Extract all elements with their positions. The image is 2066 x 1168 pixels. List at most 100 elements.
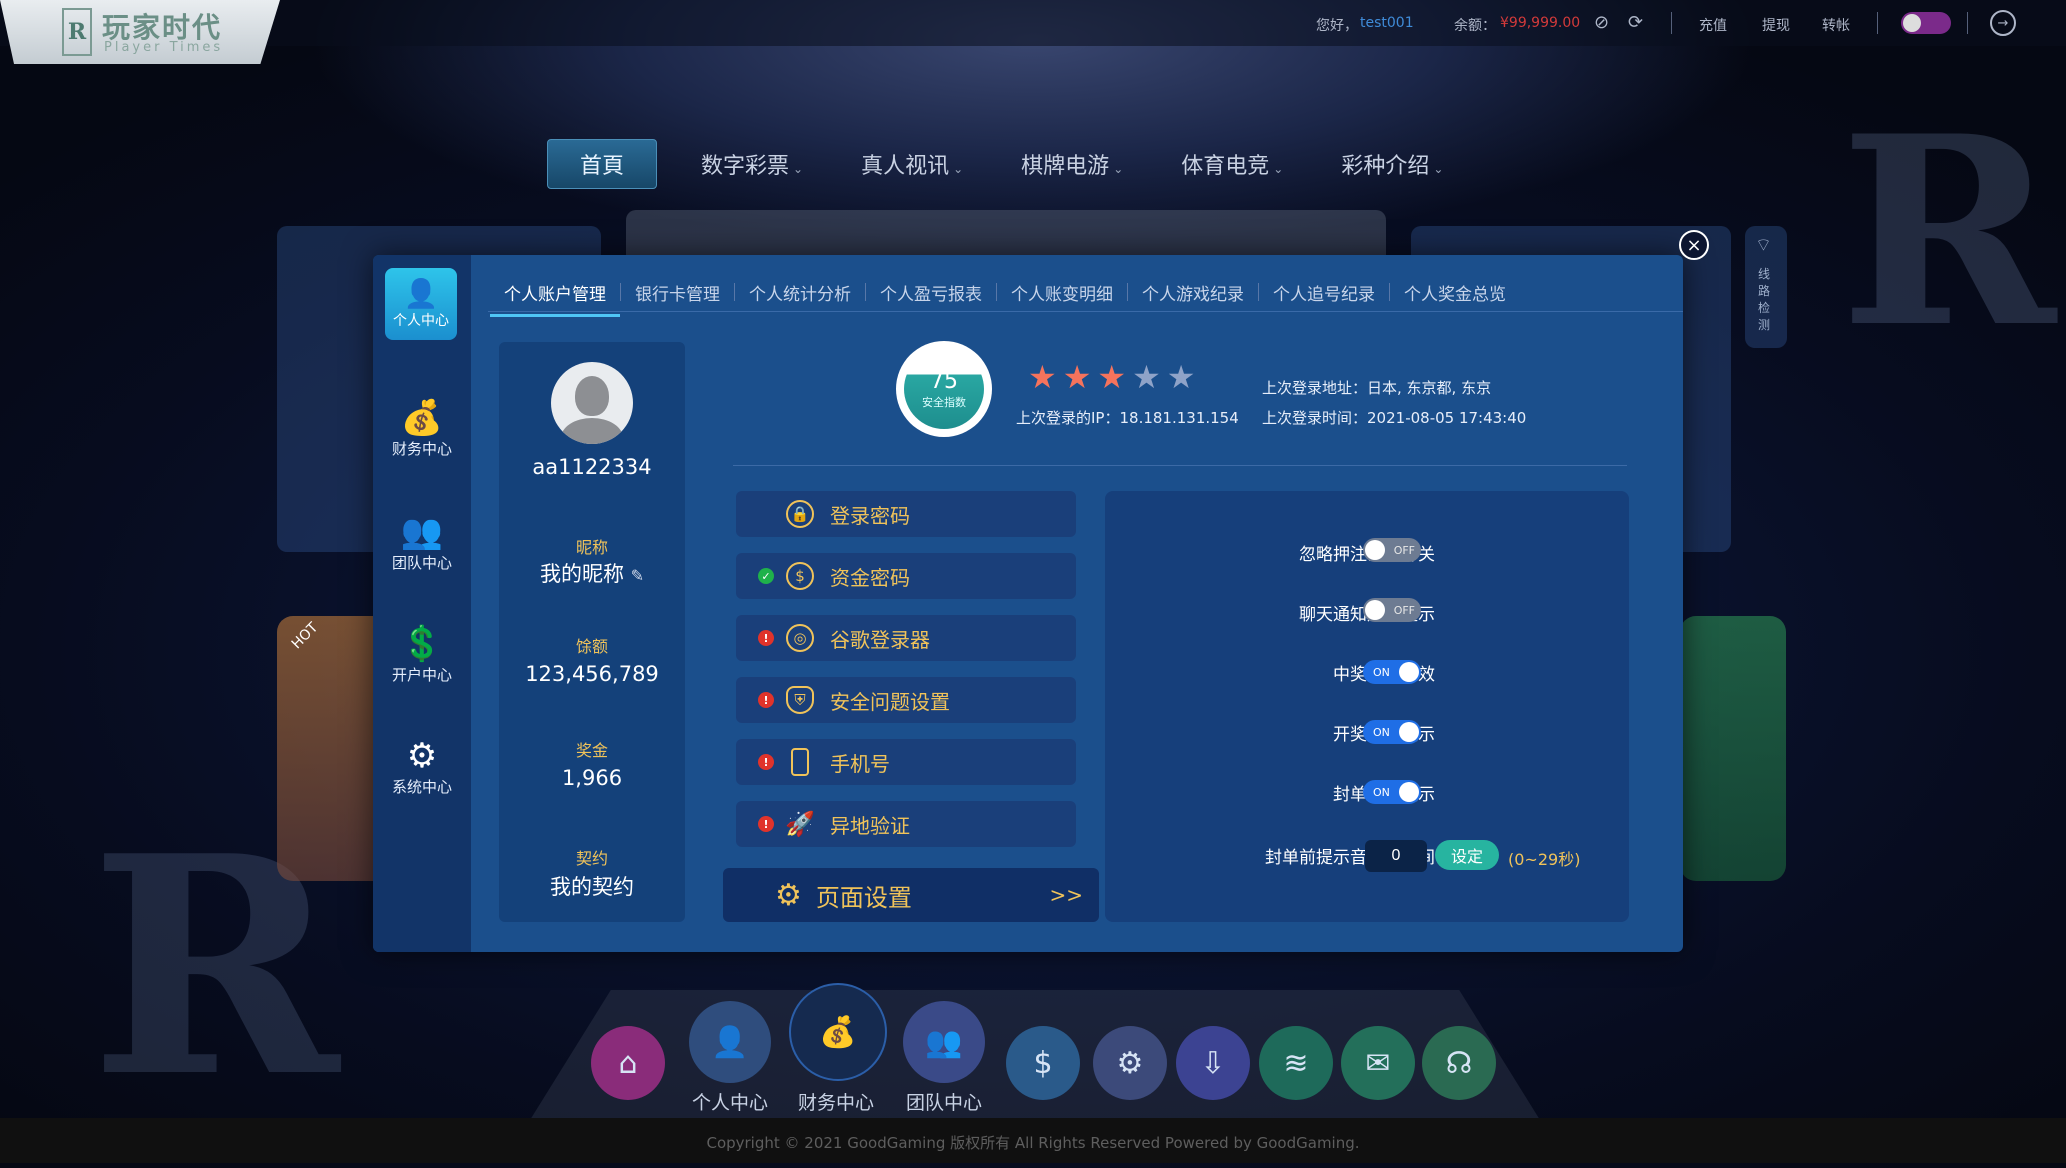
logout-icon[interactable]: →: [1990, 10, 2016, 36]
star-icon: ★: [1132, 358, 1161, 396]
refresh-icon[interactable]: ⟳: [1628, 12, 1643, 33]
star-icon: ★: [1062, 358, 1092, 396]
dock-home[interactable]: ⌂: [591, 1026, 665, 1100]
last-address: 上次登录地址：日本, 东京都, 东京: [1262, 377, 1491, 398]
balance-label: 馀额: [575, 637, 608, 656]
timer-seconds-input[interactable]: [1365, 840, 1427, 872]
divider: [1877, 12, 1878, 34]
dock-download[interactable]: ⇩: [1176, 1026, 1250, 1100]
security-item-label: 资金密码: [830, 565, 910, 590]
recharge-link[interactable]: 充值: [1699, 15, 1727, 35]
wifi-icon: ⌔: [1755, 235, 1772, 256]
transfer-link[interactable]: 转帐: [1822, 15, 1850, 35]
nav-chess[interactable]: 棋牌电游 ⌄: [1007, 140, 1137, 188]
dock-settings[interactable]: ⚙: [1093, 1026, 1167, 1100]
shield-icon: ⛨: [786, 686, 814, 714]
tab-bonus-overview[interactable]: 个人奖金总览: [1390, 280, 1520, 305]
edit-pencil-icon[interactable]: ✎: [631, 566, 644, 585]
tab-profit-report[interactable]: 个人盈亏报表: [866, 280, 996, 305]
last-ip-value: 18.181.131.154: [1119, 409, 1239, 427]
security-item-login-password[interactable]: 🔒 登录密码: [736, 491, 1076, 537]
balance-label: 余额：: [1454, 18, 1496, 34]
nav-label: 真人视讯: [861, 154, 950, 179]
close-icon[interactable]: ×: [1679, 230, 1709, 260]
nav-lottery[interactable]: 数字彩票 ⌄: [687, 140, 817, 188]
profile-contract[interactable]: 我的契约: [499, 871, 685, 901]
tab-statistics[interactable]: 个人统计分析: [735, 280, 865, 305]
toggle-close-sound[interactable]: ON: [1363, 780, 1421, 804]
gears-icon: ⚙: [406, 736, 438, 776]
divider: [1967, 12, 1968, 34]
toggle-ignore-confirm[interactable]: OFF: [1363, 538, 1421, 562]
dock-personal[interactable]: 👤: [689, 1001, 771, 1083]
home-icon: ⌂: [618, 1045, 638, 1081]
modal-sidebar: [373, 255, 471, 952]
hand-money-icon: $: [1033, 1045, 1053, 1081]
check-icon: ✓: [758, 568, 774, 584]
contract-label: 契约: [575, 849, 608, 868]
sidebar-item-personal[interactable]: 👤 个人中心: [385, 268, 457, 340]
dock-line-check[interactable]: ≋: [1259, 1026, 1333, 1100]
sidebar-label: 开户中心: [391, 666, 452, 684]
headset-icon: ☊: [1445, 1045, 1473, 1081]
bonus-label: 奖金: [575, 741, 608, 760]
mail-icon: ✉: [1365, 1045, 1391, 1081]
dock-team[interactable]: 👥: [903, 1001, 985, 1083]
username-link[interactable]: test001: [1360, 15, 1414, 31]
double-arrow-icon: >>: [1049, 883, 1083, 907]
sidebar-label: 财务中心: [391, 440, 452, 458]
nav-sports[interactable]: 体育电竞 ⌄: [1167, 140, 1297, 188]
last-login-time: 上次登录时间：2021-08-05 17:43:40: [1262, 407, 1526, 428]
toggle-draw-sound[interactable]: ON: [1363, 720, 1421, 744]
sidebar-item-system[interactable]: ⚙ 系统中心: [373, 736, 471, 797]
toggle-chat-sound[interactable]: OFF: [1363, 598, 1421, 622]
page-settings-button[interactable]: ⚙ 页面设置 >>: [723, 868, 1099, 922]
avatar-head: [575, 376, 609, 416]
tab-account[interactable]: 个人账户管理: [490, 280, 620, 317]
phone-icon: [791, 748, 809, 776]
line-check-panel[interactable]: ⌔ 线路检测: [1745, 226, 1787, 348]
security-item-label: 安全问题设置: [830, 689, 950, 714]
security-item-google-auth[interactable]: ! ◎ 谷歌登录器: [736, 615, 1076, 661]
tab-chase-records[interactable]: 个人追号纪录: [1259, 280, 1389, 305]
security-score: 75: [930, 368, 958, 394]
sidebar-label: 团队中心: [391, 554, 452, 572]
security-item-security-question[interactable]: ! ⛨ 安全问题设置: [736, 677, 1076, 723]
team-icon: 👥: [400, 512, 444, 552]
top-bar: [0, 0, 2066, 46]
eye-off-icon[interactable]: ⊘: [1594, 12, 1609, 33]
last-ip-label: 上次登录的IP：: [1016, 409, 1120, 427]
nav-live[interactable]: 真人视讯 ⌄: [847, 140, 977, 188]
toggle-win-sound[interactable]: ON: [1363, 660, 1421, 684]
dock-mail[interactable]: ✉: [1341, 1026, 1415, 1100]
sidebar-item-account-open[interactable]: 💲 开户中心: [373, 624, 471, 685]
avatar[interactable]: [551, 362, 633, 444]
nav-home[interactable]: 首頁: [547, 139, 658, 189]
security-item-remote-verify[interactable]: ! 🚀 异地验证: [736, 801, 1076, 847]
security-score-gauge: 75 安全指数: [896, 341, 992, 437]
nav-label: 彩种介绍: [1341, 154, 1430, 179]
logo-mark: R: [62, 8, 92, 56]
security-item-fund-password[interactable]: ✓ $ 资金密码: [736, 553, 1076, 599]
balance-value: ¥99,999.00: [1500, 15, 1581, 31]
sidebar-item-finance[interactable]: 💰 财务中心: [373, 398, 471, 459]
warning-icon: !: [758, 630, 774, 646]
lottery-card[interactable]: [1680, 616, 1786, 881]
withdraw-link[interactable]: 提现: [1762, 15, 1790, 35]
tab-bank-card[interactable]: 银行卡管理: [621, 280, 734, 305]
theme-toggle[interactable]: [1901, 12, 1951, 34]
dock-support[interactable]: ☊: [1422, 1026, 1496, 1100]
chevron-down-icon: ⌄: [1433, 162, 1444, 176]
nickname-value: 我的昵称 ✎: [499, 558, 685, 588]
tab-game-records[interactable]: 个人游戏纪录: [1128, 280, 1258, 305]
tab-account-changes[interactable]: 个人账变明细: [997, 280, 1127, 305]
dock-finance[interactable]: 💰: [789, 983, 887, 1081]
sidebar-label: 个人中心: [393, 313, 449, 329]
timer-range-hint: (0~29秒): [1508, 850, 1581, 869]
nav-intro[interactable]: 彩种介绍 ⌄: [1327, 140, 1457, 188]
set-button[interactable]: 设定: [1435, 840, 1499, 870]
dock-account-open[interactable]: $: [1006, 1026, 1080, 1100]
profile-bonus: 1,966: [561, 766, 623, 790]
sidebar-item-team[interactable]: 👥 团队中心: [373, 512, 471, 573]
security-item-phone[interactable]: ! 手机号: [736, 739, 1076, 785]
